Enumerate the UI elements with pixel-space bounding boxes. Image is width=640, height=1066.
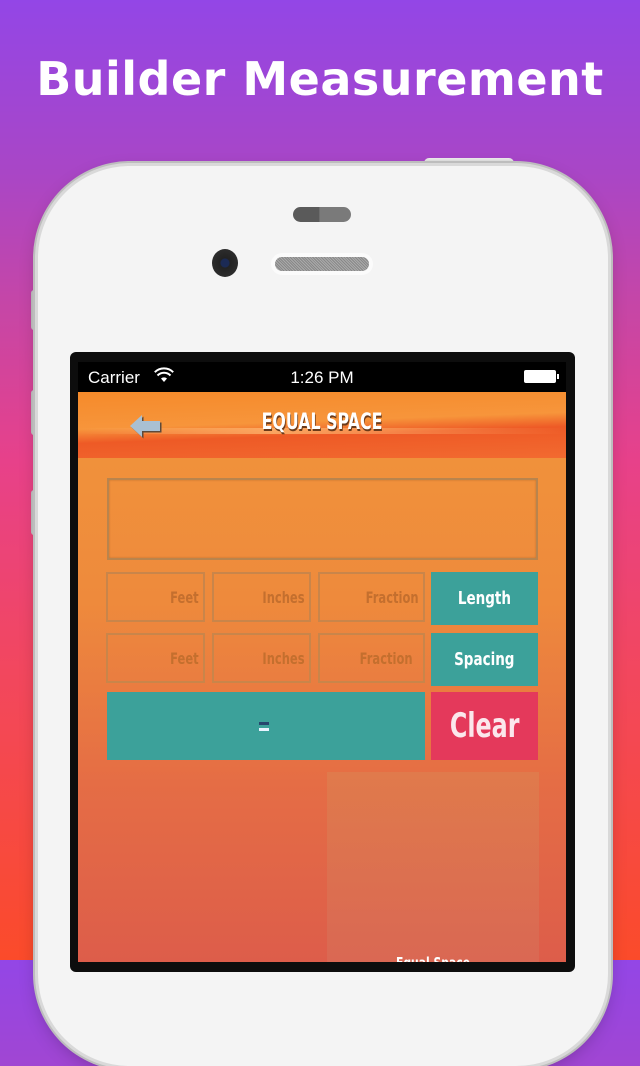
proximity-sensor bbox=[293, 207, 351, 222]
spacing-feet-placeholder: Feet bbox=[170, 649, 199, 668]
volume-down-button bbox=[31, 490, 38, 535]
battery-icon bbox=[524, 370, 559, 383]
spacing-fraction-input[interactable]: Fraction bbox=[318, 633, 425, 683]
length-button[interactable]: Length bbox=[431, 572, 538, 625]
spacing-feet-input[interactable]: Feet bbox=[106, 633, 205, 683]
length-inches-input[interactable]: Inches bbox=[212, 572, 311, 622]
clear-button[interactable]: Clear bbox=[431, 692, 538, 760]
length-feet-placeholder: Feet bbox=[170, 588, 199, 607]
spacing-button[interactable]: Spacing bbox=[431, 633, 538, 686]
length-inches-placeholder: Inches bbox=[262, 588, 305, 607]
length-fraction-placeholder: Fraction bbox=[366, 588, 419, 607]
length-feet-input[interactable]: Feet bbox=[106, 572, 205, 622]
mute-switch bbox=[31, 290, 38, 330]
volume-up-button bbox=[31, 390, 38, 435]
result-display bbox=[107, 478, 538, 560]
length-fraction-input[interactable]: Fraction bbox=[318, 572, 425, 622]
equal-space-panel: Equal Space bbox=[327, 772, 539, 962]
clock: 1:26 PM bbox=[290, 368, 354, 387]
front-camera-icon bbox=[212, 249, 238, 277]
equals-button[interactable] bbox=[107, 692, 425, 760]
spacing-inches-input[interactable]: Inches bbox=[212, 633, 311, 683]
spacing-fraction-placeholder: Fraction bbox=[360, 649, 413, 668]
nav-bar: EQUAL SPACE bbox=[78, 392, 566, 458]
spacing-inches-placeholder: Inches bbox=[262, 649, 305, 668]
equal-space-label: Equal Space bbox=[357, 954, 510, 962]
promo-headline: Builder Measurement bbox=[36, 52, 604, 106]
app-screen: Carrier 1:26 PM EQUAL SPACE Feet Inches … bbox=[78, 362, 566, 962]
status-bar: Carrier 1:26 PM bbox=[78, 362, 566, 392]
earpiece-speaker bbox=[275, 257, 369, 271]
page-title: EQUAL SPACE bbox=[261, 410, 383, 435]
equals-icon bbox=[259, 720, 269, 732]
